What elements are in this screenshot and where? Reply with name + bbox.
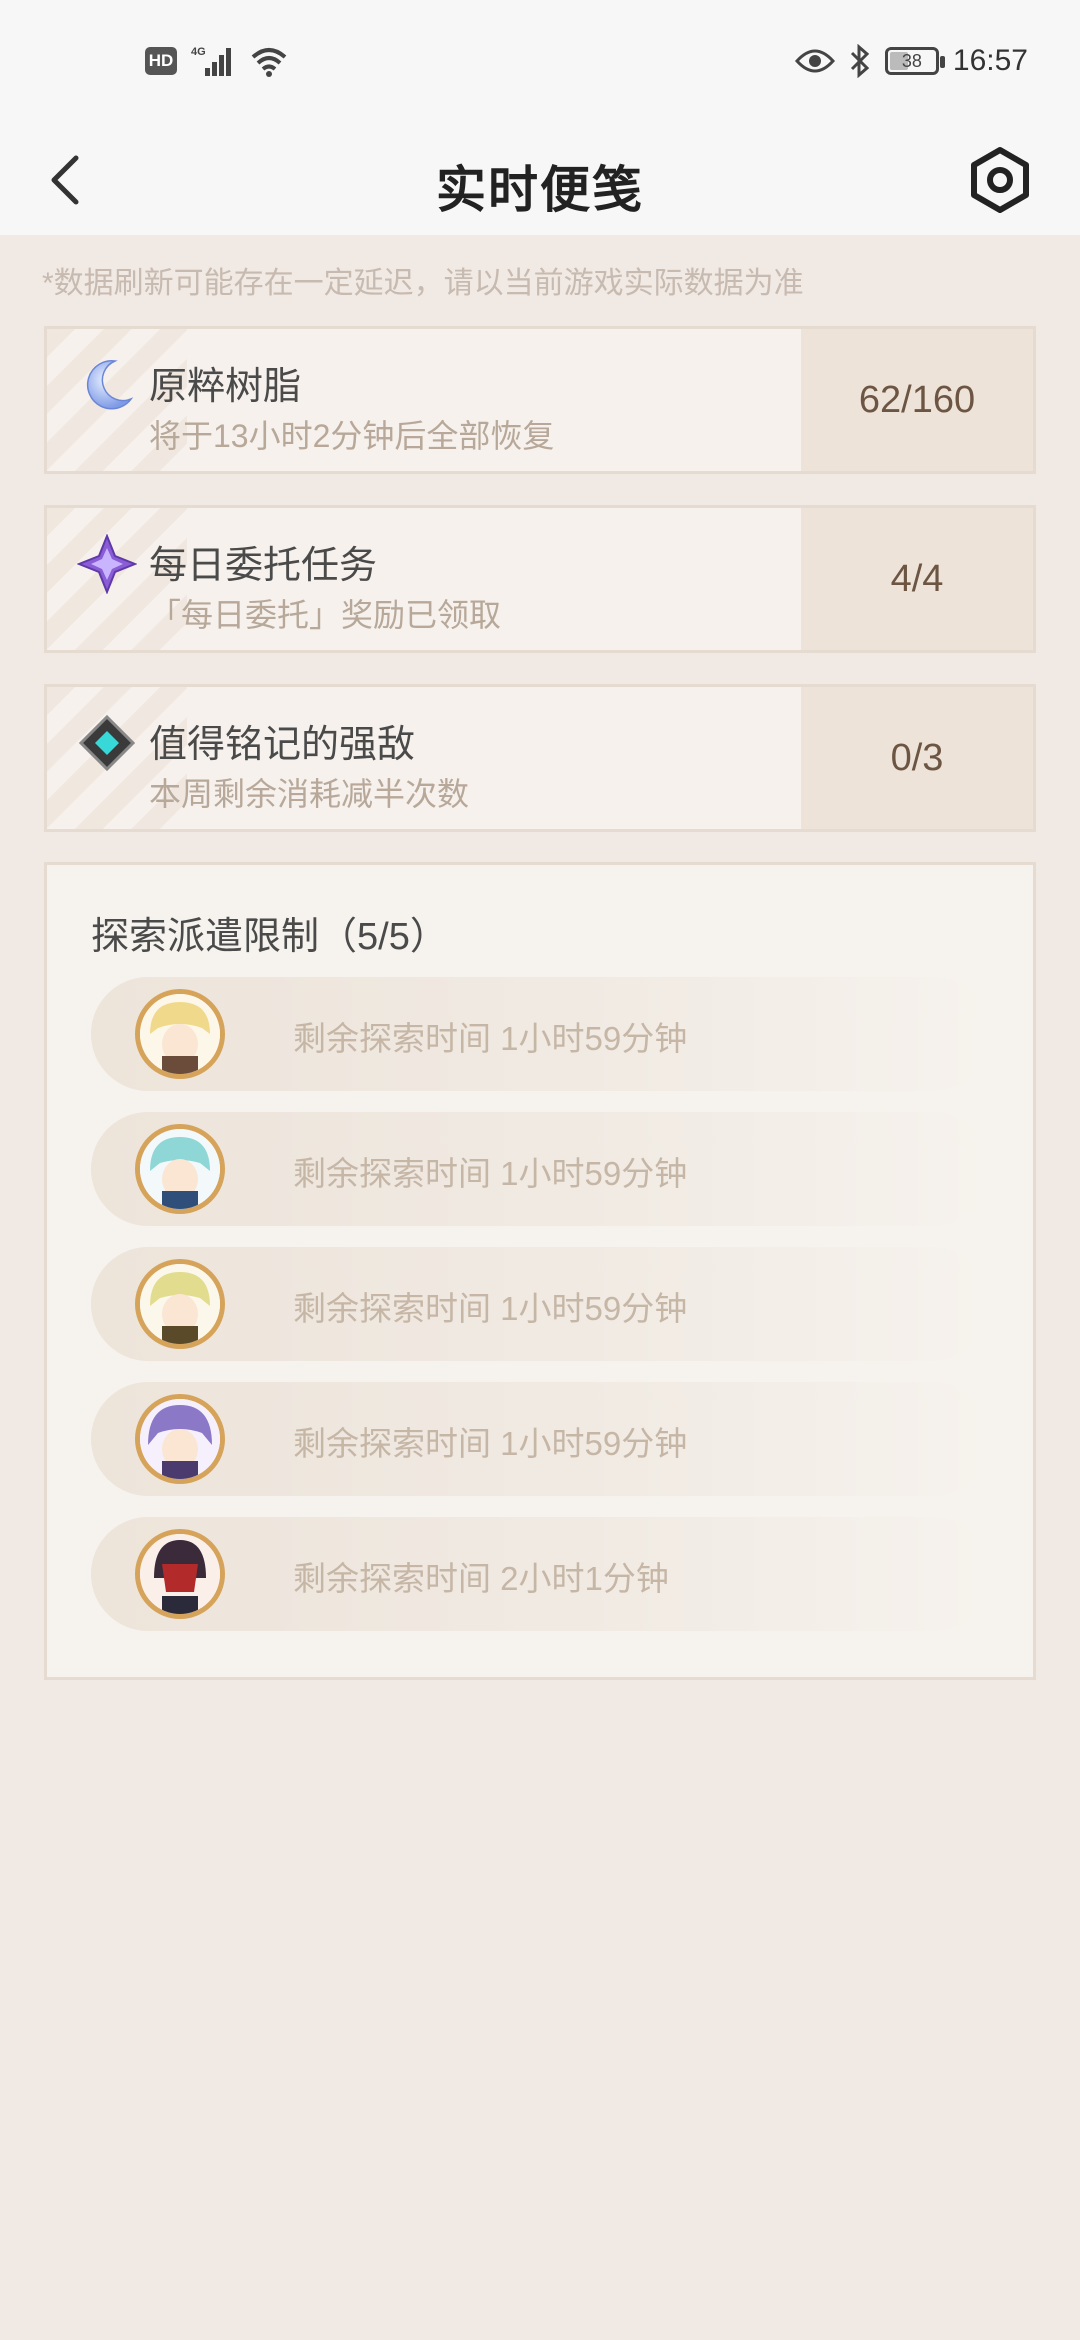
expedition-card: 探索派遣限制（5/5） 剩余探索时间 1小时59分钟 剩余探索时间 1小时59分…: [44, 862, 1036, 1680]
expedition-item[interactable]: 剩余探索时间 1小时59分钟: [91, 1382, 991, 1496]
card-value: 0/3: [801, 687, 1033, 829]
expedition-item[interactable]: 剩余探索时间 2小时1分钟: [91, 1517, 991, 1631]
status-time: 16:57: [952, 44, 1028, 77]
signal-icon: 4G: [191, 46, 231, 76]
character-portrait-icon: [140, 1534, 220, 1614]
expedition-time: 剩余探索时间 1小时59分钟: [293, 1425, 688, 1462]
expedition-time: 剩余探索时间 1小时59分钟: [293, 1020, 688, 1057]
character-avatar: [135, 1394, 225, 1484]
boss-diamond-icon: [78, 714, 136, 772]
status-left: HD 4G: [145, 44, 289, 78]
character-portrait-icon: [140, 1264, 220, 1344]
eye-icon: [794, 49, 835, 73]
nav-bar: 实时便笺: [0, 130, 1080, 235]
expedition-time: 剩余探索时间 2小时1分钟: [293, 1560, 669, 1597]
daily-commission-card[interactable]: 每日委托任务 「每日委托」奖励已领取 4/4: [44, 505, 1036, 653]
expedition-item[interactable]: 剩余探索时间 1小时59分钟: [91, 977, 991, 1091]
status-bar: HD 4G 38 16:57: [0, 0, 1080, 130]
settings-button[interactable]: [960, 140, 1040, 220]
card-title: 每日委托任务: [149, 545, 378, 587]
character-avatar: [135, 1529, 225, 1619]
card-value: 4/4: [801, 508, 1033, 650]
weekly-boss-card[interactable]: 值得铭记的强敌 本周剩余消耗减半次数 0/3: [44, 684, 1036, 832]
card-subtitle: 「每日委托」奖励已领取: [149, 597, 502, 633]
card-subtitle: 本周剩余消耗减半次数: [149, 776, 470, 812]
expedition-time: 剩余探索时间 1小时59分钟: [293, 1155, 688, 1192]
page-title: 实时便笺: [436, 162, 644, 218]
status-right: 38 16:57: [794, 44, 1028, 78]
character-portrait-icon: [140, 1399, 220, 1479]
expedition-time: 剩余探索时间 1小时59分钟: [293, 1290, 688, 1327]
character-avatar: [135, 1259, 225, 1349]
commission-star-icon: [77, 534, 137, 594]
card-title: 原粹树脂: [149, 366, 302, 408]
character-avatar: [135, 989, 225, 1079]
resin-card[interactable]: 原粹树脂 将于13小时2分钟后全部恢复 62/160: [44, 326, 1036, 474]
bluetooth-icon: [850, 44, 870, 78]
hd-badge: HD: [145, 47, 177, 75]
moon-icon: [86, 360, 134, 410]
character-avatar: [135, 1124, 225, 1214]
card-value: 62/160: [801, 329, 1033, 471]
card-title: 值得铭记的强敌: [149, 724, 416, 766]
character-portrait-icon: [140, 1129, 220, 1209]
expedition-title: 探索派遣限制（5/5）: [91, 916, 448, 958]
card-subtitle: 将于13小时2分钟后全部恢复: [149, 418, 555, 454]
battery-icon: 38: [884, 47, 945, 75]
delay-notice: *数据刷新可能存在一定延迟，请以当前游戏实际数据为准: [42, 267, 804, 300]
wifi-icon: [251, 48, 287, 77]
character-portrait-icon: [140, 994, 220, 1074]
expedition-list: 剩余探索时间 1小时59分钟 剩余探索时间 1小时59分钟 剩余探索时间 1小时…: [91, 977, 991, 1652]
network-type-label: 4G: [191, 46, 206, 58]
battery-level: 38: [901, 50, 922, 71]
expedition-item[interactable]: 剩余探索时间 1小时59分钟: [91, 1247, 991, 1361]
expedition-item[interactable]: 剩余探索时间 1小时59分钟: [91, 1112, 991, 1226]
